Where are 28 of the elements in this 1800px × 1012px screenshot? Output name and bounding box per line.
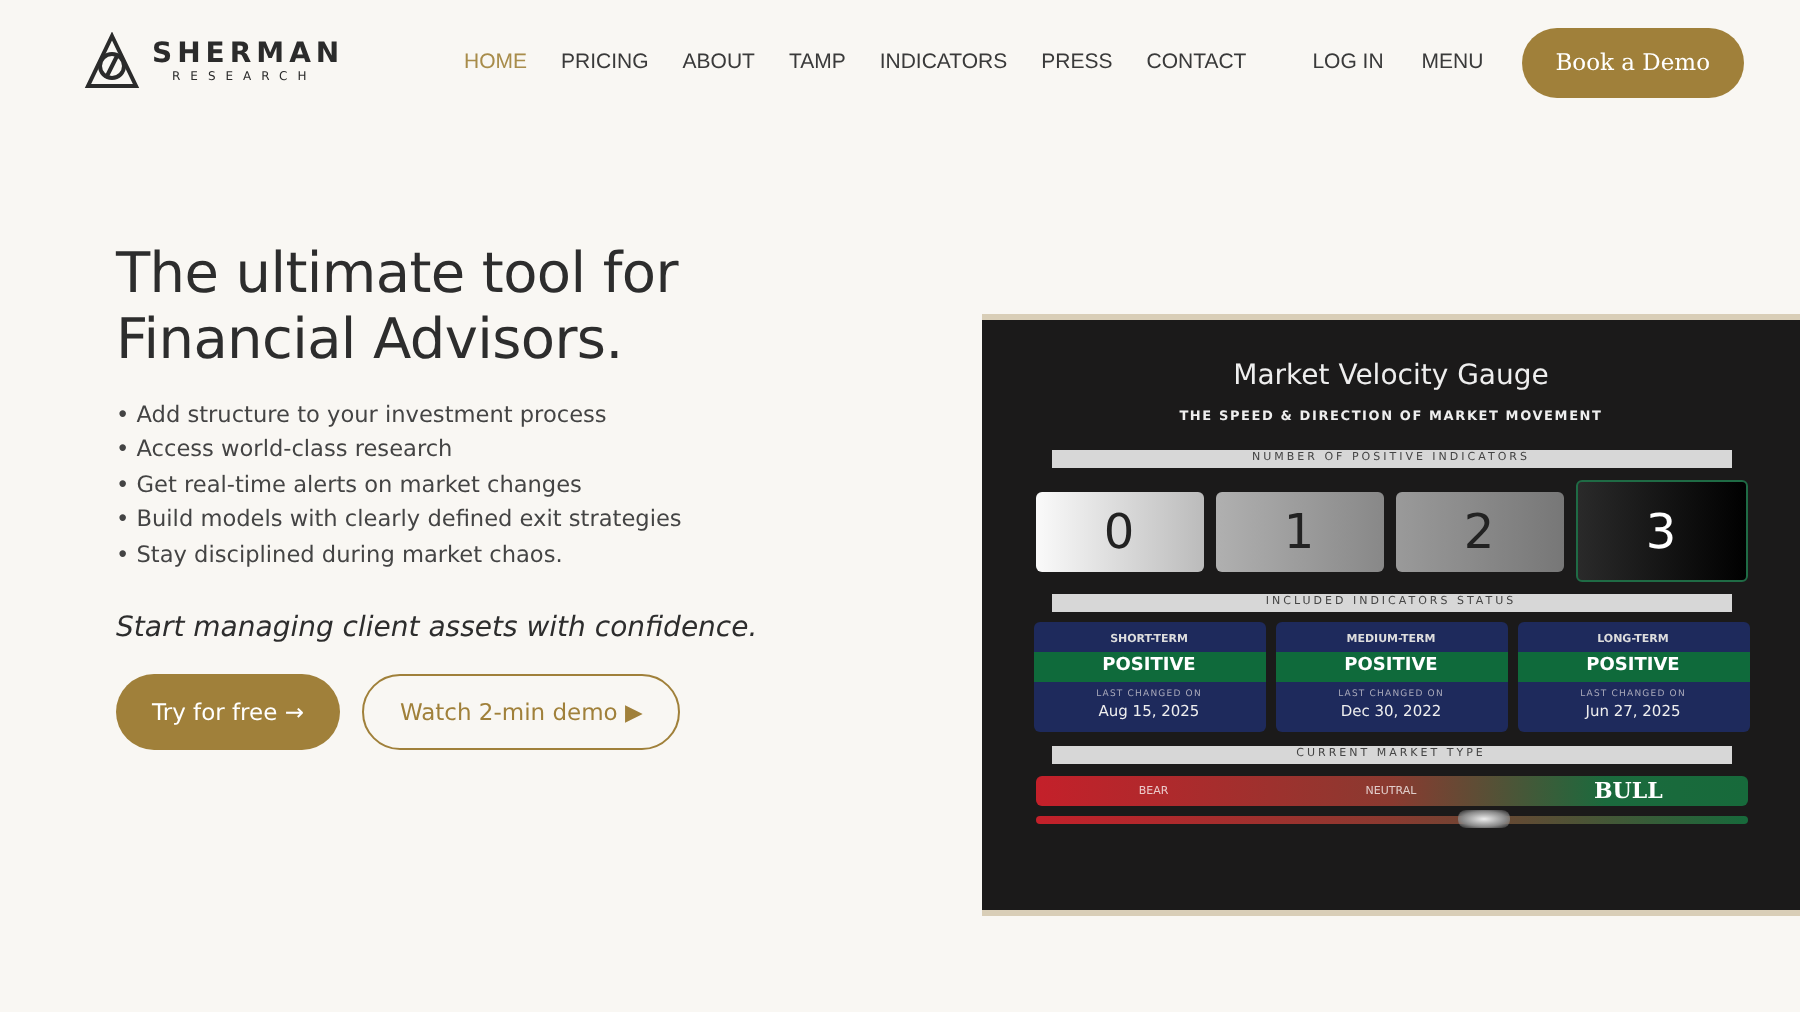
nav-link[interactable]: LOG IN xyxy=(1312,50,1384,74)
indicator-count: 2 xyxy=(1395,491,1563,571)
book-demo-button[interactable]: Book a Demo xyxy=(1521,27,1744,97)
indicator-status: POSITIVE xyxy=(1517,652,1749,682)
feature-item: • Access world-class research xyxy=(116,434,455,467)
nav-link[interactable]: TAMP xyxy=(788,50,846,74)
nav-link[interactable]: PRICING xyxy=(561,50,649,74)
hero-heading: The ultimate tool for Financial Advisors. xyxy=(116,240,681,372)
try-free-button[interactable]: Try for free → xyxy=(116,674,340,751)
indicator-count: 1 xyxy=(1215,491,1383,571)
feature-item: • Add structure to your investment process xyxy=(116,400,609,432)
indicator-status: POSITIVE xyxy=(1033,652,1265,682)
nav-link[interactable]: ABOUT xyxy=(682,50,755,74)
logo-icon xyxy=(84,32,140,92)
indicator-count: 3 xyxy=(1575,480,1747,582)
feature-item: • Stay disciplined during market chaos. xyxy=(116,539,565,572)
market-type-label: BULL xyxy=(1592,778,1665,804)
nav-link[interactable]: INDICATORS xyxy=(879,50,1008,74)
feature-item: • Get real-time alerts on market changes xyxy=(116,469,584,502)
brand-name: SHERMAN xyxy=(152,40,345,68)
feature-item: • Build models with clearly defined exit strategies xyxy=(116,504,684,537)
indicator-status: POSITIVE xyxy=(1275,652,1507,682)
gauge-title: Market Velocity Gauge xyxy=(1233,360,1549,392)
nav-link[interactable]: MENU xyxy=(1421,50,1484,74)
indicator-count: 0 xyxy=(1035,491,1203,571)
nav-link[interactable]: CONTACT xyxy=(1146,50,1247,74)
nav-link[interactable]: PRESS xyxy=(1041,50,1113,74)
hero-tagline: Start managing client assets with confidence. xyxy=(116,612,760,645)
